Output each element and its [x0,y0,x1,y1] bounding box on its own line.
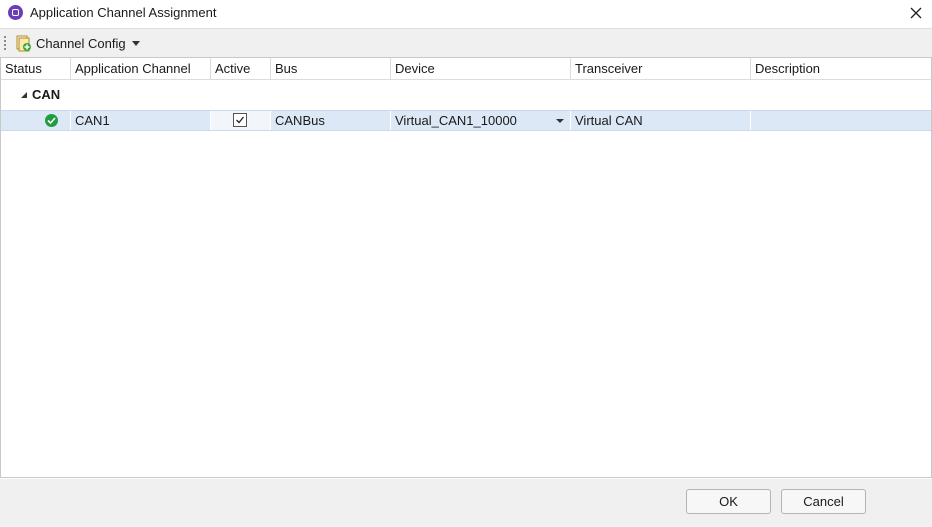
toolbar-grip-icon[interactable] [4,36,6,50]
ok-button[interactable]: OK [686,489,771,514]
description-cell[interactable] [751,111,931,130]
device-value: Virtual_CAN1_10000 [395,113,517,128]
chevron-down-icon [131,41,140,46]
table-row[interactable]: CAN1 CANBus Virtual_CAN1_10000 Virtual C… [1,110,931,131]
cancel-button[interactable]: Cancel [781,489,866,514]
channel-grid: Status Application Channel Active Bus De… [0,58,932,478]
close-icon [910,7,922,19]
status-cell [1,111,71,130]
title-bar: Application Channel Assignment [0,0,932,27]
application-channel-cell: CAN1 [71,111,211,130]
column-header-description[interactable]: Description [751,58,931,79]
column-header-application-channel[interactable]: Application Channel [71,58,211,79]
window-title: Application Channel Assignment [30,5,217,20]
dialog-footer: OK Cancel [0,479,932,527]
channel-config-button[interactable]: Channel Config [11,33,144,54]
column-header-device[interactable]: Device [391,58,571,79]
grid-header: Status Application Channel Active Bus De… [1,58,931,80]
bus-cell: CANBus [271,111,391,130]
close-button[interactable] [900,0,932,27]
column-header-status[interactable]: Status [1,58,71,79]
column-header-transceiver[interactable]: Transceiver [571,58,751,79]
dropdown-arrow-icon[interactable] [556,119,564,123]
active-cell [211,111,271,130]
status-ok-icon [45,114,58,127]
checkmark-icon [236,116,245,124]
column-header-bus[interactable]: Bus [271,58,391,79]
column-header-active[interactable]: Active [211,58,271,79]
group-row-can[interactable]: CAN [1,84,931,106]
channel-config-label: Channel Config [36,36,126,51]
active-checkbox[interactable] [233,113,247,127]
channel-config-icon [15,35,32,52]
toolbar: Channel Config [0,28,932,58]
device-select[interactable]: Virtual_CAN1_10000 [391,111,571,130]
transceiver-cell: Virtual CAN [571,111,751,130]
app-icon [8,5,23,20]
collapse-arrow-icon[interactable] [21,92,27,98]
group-label: CAN [32,87,61,102]
